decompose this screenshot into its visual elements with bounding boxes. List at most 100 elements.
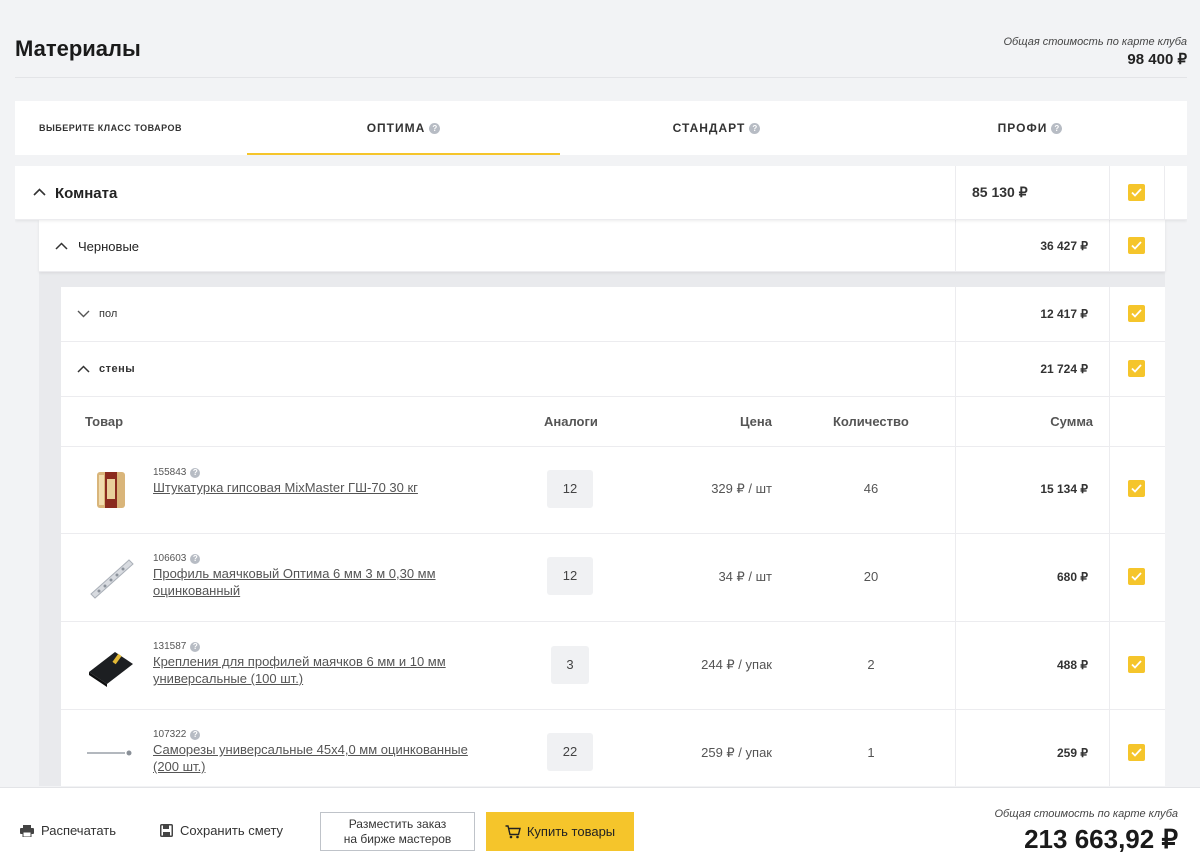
product-image[interactable] — [85, 554, 137, 600]
column-header-sum: Сумма — [1050, 414, 1093, 429]
table-row: 106603? Профиль маячковый Оптима 6 мм 3 … — [61, 534, 1165, 622]
analogs-button[interactable]: 12 — [547, 470, 593, 508]
bottom-total: Общая стоимость по карте клуба 213 663,9… — [994, 808, 1178, 855]
tab-optima[interactable]: ОПТИМА ? — [247, 101, 560, 155]
table-row: 107322? Саморезы универсальные 45х4,0 мм… — [61, 710, 1165, 786]
column-header-quantity: Количество — [833, 414, 909, 429]
product-image[interactable] — [85, 467, 137, 513]
analogs-button[interactable]: 12 — [547, 557, 593, 595]
tab-optima-label: ОПТИМА — [366, 121, 426, 135]
page-header: Материалы Общая стоимость по карте клуба… — [15, 0, 1187, 78]
product-name-link[interactable]: Профиль маячковый Оптима 6 мм 3 м 0,30 м… — [153, 565, 483, 599]
category-checkbox[interactable] — [1128, 360, 1145, 377]
divider — [1109, 342, 1110, 396]
help-icon[interactable]: ? — [190, 468, 201, 478]
choose-class-label: ВЫБЕРИТЕ КЛАСС ТОВАРОВ — [39, 123, 183, 133]
category-row-walls[interactable]: стены 21 724 ₽ — [61, 342, 1165, 397]
room-title: Комната — [55, 185, 118, 202]
floppy-disk-icon — [160, 824, 173, 837]
product-sum: 15 134 ₽ — [1040, 482, 1088, 496]
table-row: 155843? Штукатурка гипсовая MixMaster ГШ… — [61, 447, 1165, 534]
product-code-value: 131587 — [153, 641, 187, 652]
product-checkbox[interactable] — [1128, 480, 1145, 497]
tab-standart[interactable]: СТАНДАРТ ? — [560, 101, 873, 155]
product-image[interactable] — [85, 642, 137, 688]
divider — [1109, 166, 1110, 219]
column-header-price: Цена — [740, 414, 772, 429]
chevron-up-icon[interactable] — [77, 365, 90, 373]
help-icon[interactable]: ? — [1051, 122, 1063, 134]
product-name-link[interactable]: Саморезы универсальные 45х4,0 мм оцинков… — [153, 741, 483, 775]
room-row[interactable]: Комната 85 130 ₽ — [15, 166, 1187, 220]
divider — [955, 710, 956, 786]
top-total: Общая стоимость по карте клуба 98 400 ₽ — [1003, 36, 1187, 68]
product-image[interactable] — [85, 730, 137, 776]
post-order-exchange-button[interactable]: Разместить заказ на бирже мастеров — [320, 812, 475, 851]
room-checkbox[interactable] — [1128, 184, 1145, 201]
product-code: 106603? — [153, 553, 201, 564]
subgroup-row[interactable]: Черновые 36 427 ₽ — [39, 220, 1165, 272]
room-sum: 85 130 ₽ — [972, 184, 1028, 200]
category-sum: 21 724 ₽ — [1040, 362, 1088, 376]
chevron-up-icon[interactable] — [55, 242, 68, 250]
product-code: 131587? — [153, 641, 201, 652]
divider — [955, 622, 956, 709]
divider — [955, 220, 956, 271]
buy-products-label: Купить товары — [526, 824, 616, 839]
help-icon[interactable]: ? — [190, 642, 201, 652]
chevron-down-icon[interactable] — [77, 310, 90, 318]
bottom-total-label: Общая стоимость по карте клуба — [994, 808, 1178, 820]
category-title: пол — [99, 308, 118, 320]
shopping-cart-icon — [505, 824, 521, 838]
product-sum: 680 ₽ — [1057, 570, 1088, 584]
table-header: Товар Аналоги Цена Количество Сумма — [61, 397, 1165, 447]
divider — [1109, 534, 1110, 621]
divider — [955, 397, 956, 446]
product-checkbox[interactable] — [1128, 744, 1145, 761]
product-sum: 488 ₽ — [1057, 658, 1088, 672]
product-code: 155843? — [153, 467, 201, 478]
product-name-link[interactable]: Крепления для профилей маячков 6 мм и 10… — [153, 653, 483, 687]
help-icon[interactable]: ? — [429, 122, 441, 134]
product-name-link[interactable]: Штукатурка гипсовая MixMaster ГШ-70 30 к… — [153, 479, 483, 496]
product-quantity: 2 — [867, 657, 875, 672]
help-icon[interactable]: ? — [190, 554, 201, 564]
divider — [955, 447, 956, 533]
product-quantity: 1 — [867, 745, 875, 760]
subgroup-checkbox[interactable] — [1128, 237, 1145, 254]
product-quantity: 20 — [863, 569, 879, 584]
divider — [1109, 220, 1110, 271]
subgroup-sum: 36 427 ₽ — [1040, 239, 1088, 253]
help-icon[interactable]: ? — [190, 730, 201, 740]
divider — [955, 342, 956, 396]
category-row-floor[interactable]: пол 12 417 ₽ — [61, 287, 1165, 342]
divider — [1109, 397, 1110, 446]
subgroup-title: Черновые — [78, 239, 140, 254]
analogs-button[interactable]: 22 — [547, 733, 593, 771]
product-code: 107322? — [153, 729, 201, 740]
divider — [1109, 447, 1110, 533]
divider — [955, 534, 956, 621]
buy-products-button[interactable]: Купить товары — [486, 812, 634, 851]
save-estimate-button[interactable]: Сохранить смету — [160, 823, 283, 838]
materials-panel: Комната 85 130 ₽ Черновые 36 427 ₽ пол 1… — [15, 166, 1187, 786]
bottom-total-value: 213 663,92 ₽ — [1024, 824, 1178, 854]
divider — [955, 166, 956, 219]
tab-profi[interactable]: ПРОФИ ? — [873, 101, 1187, 155]
product-checkbox[interactable] — [1128, 568, 1145, 585]
help-icon[interactable]: ? — [749, 122, 761, 134]
tab-profi-label: ПРОФИ — [997, 121, 1048, 135]
category-title: стены — [99, 363, 136, 375]
product-checkbox[interactable] — [1128, 656, 1145, 673]
divider — [1109, 287, 1110, 341]
chevron-up-icon[interactable] — [33, 188, 46, 196]
table-row: 131587? Крепления для профилей маячков 6… — [61, 622, 1165, 710]
product-price: 259 ₽ / упак — [701, 745, 772, 760]
category-checkbox[interactable] — [1128, 305, 1145, 322]
analogs-button[interactable]: 3 — [551, 646, 589, 684]
save-estimate-label: Сохранить смету — [180, 823, 284, 838]
product-price: 244 ₽ / упак — [701, 657, 772, 672]
divider — [1109, 622, 1110, 709]
print-button[interactable]: Распечатать — [20, 823, 116, 838]
print-label: Распечатать — [41, 823, 117, 838]
